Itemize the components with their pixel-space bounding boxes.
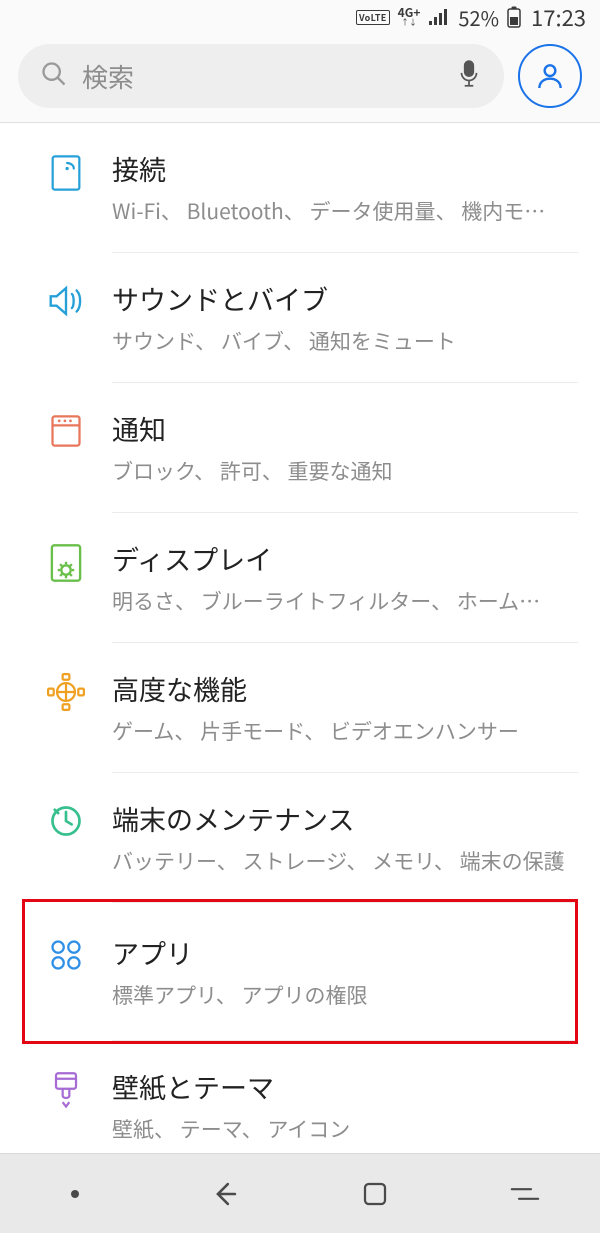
nav-home-button[interactable] xyxy=(315,1164,435,1224)
row-sound-vibration[interactable]: サウンドとバイブ サウンド、 バイブ、 通知をミュート xyxy=(0,253,600,382)
search-icon xyxy=(40,60,68,93)
notifications-icon xyxy=(49,413,83,449)
display-icon xyxy=(48,543,84,583)
row-subtitle: ブロック、 許可、 重要な通知 xyxy=(112,456,580,486)
profile-button[interactable] xyxy=(518,44,582,108)
row-display[interactable]: ディスプレイ 明るさ、 ブルーライトフィルター、 ホーム… xyxy=(0,513,600,642)
row-title: 接続 xyxy=(112,149,580,188)
row-subtitle: Wi-Fi、 Bluetooth、 データ使用量、 機内モ… xyxy=(112,196,580,226)
row-subtitle: 標準アプリ、 アプリの権限 xyxy=(112,980,580,1010)
row-notifications[interactable]: 通知 ブロック、 許可、 重要な通知 xyxy=(0,383,600,512)
row-advanced-features[interactable]: 高度な機能 ゲーム、 片手モード、 ビデオエンハンサー xyxy=(0,643,600,772)
clock: 17:23 xyxy=(531,1,586,33)
apps-icon xyxy=(48,937,84,973)
network-icon: 4G+↑↓ xyxy=(398,7,421,27)
wallpaper-icon xyxy=(49,1071,83,1111)
nav-recents-button[interactable] xyxy=(465,1164,585,1224)
battery-percent: 52% xyxy=(458,3,499,32)
mic-icon[interactable] xyxy=(456,59,482,94)
row-device-maintenance[interactable]: 端末のメンテナンス バッテリー、 ストレージ、 メモリ、 端末の保護 xyxy=(0,773,600,902)
status-bar: VoLTE 4G+↑↓ 52% 17:23 xyxy=(0,0,600,34)
row-wallpaper-themes[interactable]: 壁紙とテーマ 壁紙、 テーマ、 アイコン xyxy=(0,1041,600,1153)
search-placeholder: 検索 xyxy=(82,58,442,95)
row-title: 通知 xyxy=(112,409,580,448)
nav-bar xyxy=(0,1153,600,1233)
volte-badge: VoLTE xyxy=(356,10,390,25)
row-title: 端末のメンテナンス xyxy=(112,799,580,838)
row-subtitle: 壁紙、 テーマ、 アイコン xyxy=(112,1114,580,1144)
row-connections[interactable]: 接続 Wi-Fi、 Bluetooth、 データ使用量、 機内モ… xyxy=(0,123,600,252)
sound-icon xyxy=(46,283,86,319)
row-subtitle: サウンド、 バイブ、 通知をミュート xyxy=(112,326,580,356)
search-row: 検索 xyxy=(0,34,600,123)
row-title: ディスプレイ xyxy=(112,539,580,578)
nav-back-button[interactable] xyxy=(165,1164,285,1224)
row-apps[interactable]: アプリ 標準アプリ、 アプリの権限 xyxy=(0,903,600,1040)
row-title: 壁紙とテーマ xyxy=(112,1067,580,1106)
row-title: サウンドとバイブ xyxy=(112,279,580,318)
row-title: アプリ xyxy=(112,933,580,972)
advanced-icon xyxy=(47,673,85,711)
settings-list[interactable]: 接続 Wi-Fi、 Bluetooth、 データ使用量、 機内モ… サウンドとバ… xyxy=(0,123,600,1153)
nav-dot xyxy=(15,1164,135,1224)
row-subtitle: ゲーム、 片手モード、 ビデオエンハンサー xyxy=(112,716,580,746)
connections-icon xyxy=(48,153,84,193)
row-subtitle: 明るさ、 ブルーライトフィルター、 ホーム… xyxy=(112,586,580,616)
row-title: 高度な機能 xyxy=(112,669,580,708)
signal-icon xyxy=(428,8,450,26)
battery-icon xyxy=(507,6,521,28)
maintenance-icon xyxy=(48,803,84,839)
search-input[interactable]: 検索 xyxy=(18,44,504,108)
row-subtitle: バッテリー、 ストレージ、 メモリ、 端末の保護 xyxy=(112,846,580,876)
